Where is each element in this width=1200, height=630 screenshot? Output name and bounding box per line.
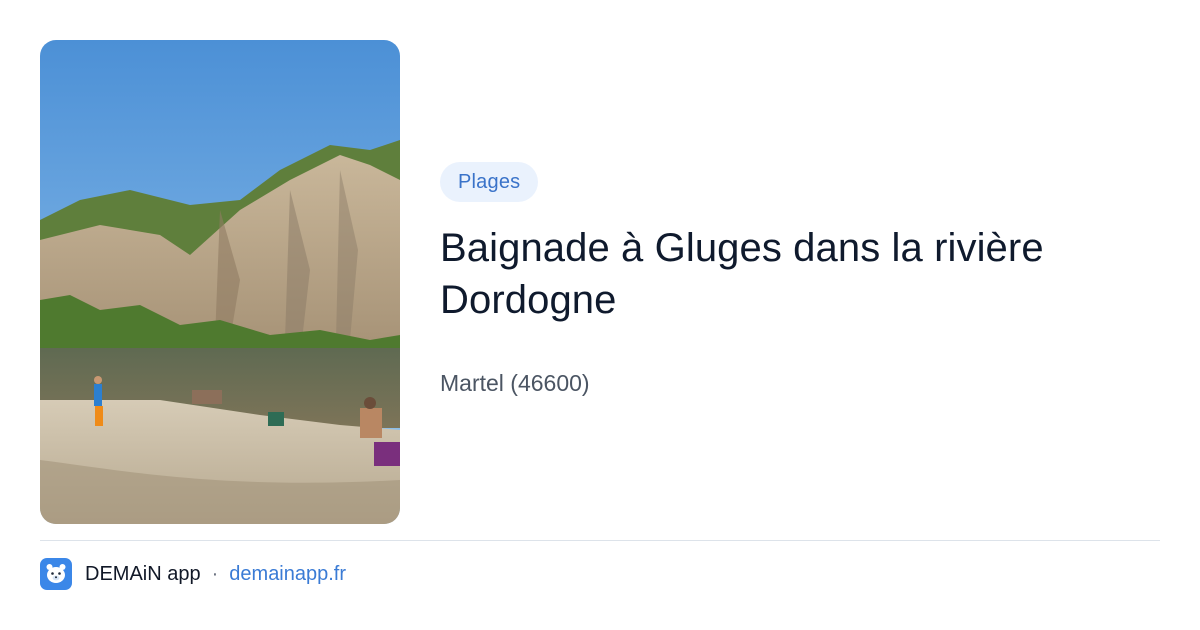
preview-photo	[40, 40, 400, 524]
photo-icon	[40, 40, 400, 524]
page-title[interactable]: Baignade à Gluges dans la rivière Dordog…	[440, 222, 1160, 326]
location-text: Martel (46600)	[440, 370, 590, 396]
footer: DEMAiN app · demainapp.fr	[40, 558, 346, 590]
site-link[interactable]: demainapp.fr	[229, 563, 346, 586]
app-name: DEMAiN app	[85, 562, 201, 585]
card-content: Plages Baignade à Gluges dans la rivière…	[440, 162, 1160, 398]
separator: ·	[211, 562, 219, 585]
link-preview-card[interactable]: Plages Baignade à Gluges dans la rivière…	[0, 0, 1200, 630]
category-badge[interactable]: Plages	[440, 162, 539, 202]
divider	[40, 540, 1160, 541]
bear-face-icon	[40, 558, 72, 590]
